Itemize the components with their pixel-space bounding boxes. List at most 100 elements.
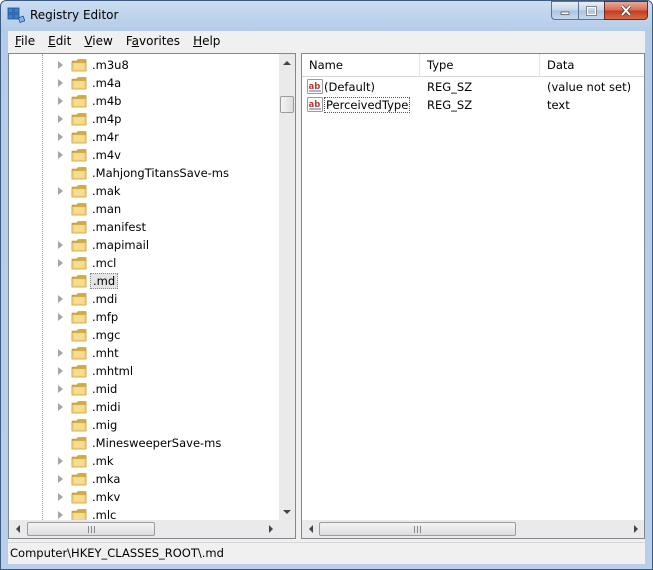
scroll-down-button[interactable] xyxy=(279,503,295,520)
expand-arrow-icon[interactable] xyxy=(58,79,63,87)
tree-vertical-scrollbar[interactable] xyxy=(279,54,295,520)
tree-item-label[interactable]: .m4a xyxy=(90,75,123,91)
tree-item[interactable]: .mdi xyxy=(9,290,279,308)
tree-item-label[interactable]: .mid xyxy=(90,381,119,397)
tree-item-label[interactable]: .mgc xyxy=(90,327,122,343)
list-scroll-left-button[interactable] xyxy=(302,520,319,538)
tree-item-label[interactable]: .mht xyxy=(90,345,121,361)
tree-item[interactable]: .manifest xyxy=(9,218,279,236)
menu-view[interactable]: View xyxy=(77,34,118,48)
tree-item[interactable]: .m4p xyxy=(9,110,279,128)
list-scroll-right-button[interactable] xyxy=(627,520,644,538)
tree-item[interactable]: .mak xyxy=(9,182,279,200)
expand-arrow-icon[interactable] xyxy=(58,367,63,375)
tree-item-label[interactable]: .m3u8 xyxy=(90,57,131,73)
vertical-scroll-thumb[interactable] xyxy=(280,96,294,113)
expand-arrow-icon[interactable] xyxy=(58,241,63,249)
close-button[interactable] xyxy=(604,1,648,20)
tree-item-label[interactable]: .mk xyxy=(90,453,116,469)
expand-arrow-icon[interactable] xyxy=(58,511,63,519)
expand-arrow-icon[interactable] xyxy=(58,61,63,69)
tree-item[interactable]: .MinesweeperSave-ms xyxy=(9,434,279,452)
tree-item-label[interactable]: .mdi xyxy=(90,291,119,307)
values-list-pane[interactable]: Name Type Data ab (Default) REG_SZ (value n… xyxy=(301,53,645,539)
tree-item-label[interactable]: .manifest xyxy=(90,219,148,235)
tree-item[interactable]: .mht xyxy=(9,344,279,362)
scroll-left-button[interactable] xyxy=(9,520,26,538)
scroll-right-button[interactable] xyxy=(262,520,279,538)
tree-item[interactable]: .m4v xyxy=(9,146,279,164)
column-header-data[interactable]: Data xyxy=(540,54,644,77)
tree-item[interactable]: .mapimail xyxy=(9,236,279,254)
tree-item[interactable]: .mid xyxy=(9,380,279,398)
expand-arrow-icon[interactable] xyxy=(58,475,63,483)
tree-item[interactable]: .mcl xyxy=(9,254,279,272)
tree-item-label[interactable]: .mfp xyxy=(90,309,120,325)
expand-arrow-icon[interactable] xyxy=(58,151,63,159)
menu-help[interactable]: Help xyxy=(186,34,226,48)
column-header-type[interactable]: Type xyxy=(420,54,540,77)
list-horizontal-scrollbar[interactable] xyxy=(302,520,644,538)
tree-item[interactable]: .man xyxy=(9,200,279,218)
list-item[interactable]: ab (Default) REG_SZ (value not set) xyxy=(302,77,644,96)
tree-item[interactable]: .mig xyxy=(9,416,279,434)
tree-item-label[interactable]: .mkv xyxy=(90,489,122,505)
expand-arrow-icon[interactable] xyxy=(58,97,63,105)
list-horizontal-scroll-thumb[interactable] xyxy=(319,522,516,536)
key-tree[interactable]: .m3u8 .m4a .m4b .m4p .m4r .m4v .MahjongTitansS… xyxy=(9,54,279,520)
tree-item[interactable]: .midi xyxy=(9,398,279,416)
tree-item[interactable]: .m4r xyxy=(9,128,279,146)
tree-item-label[interactable]: .md xyxy=(90,273,119,289)
expand-arrow-icon[interactable] xyxy=(58,457,63,465)
tree-item[interactable]: .m4b xyxy=(9,92,279,110)
tree-item-label[interactable]: .m4p xyxy=(90,111,123,127)
tree-item[interactable]: .m4a xyxy=(9,74,279,92)
tree-item[interactable]: .mlc xyxy=(9,506,279,520)
tree-horizontal-scrollbar[interactable] xyxy=(9,520,279,538)
expand-arrow-icon[interactable] xyxy=(58,133,63,141)
tree-item-label[interactable]: .mlc xyxy=(90,507,118,520)
expand-arrow-icon[interactable] xyxy=(58,349,63,357)
column-header-name[interactable]: Name xyxy=(302,54,420,77)
tree-item[interactable]: .mfp xyxy=(9,308,279,326)
expand-arrow-icon[interactable] xyxy=(58,493,63,501)
tree-item-label[interactable]: .mka xyxy=(90,471,122,487)
tree-item-label[interactable]: .mak xyxy=(90,183,123,199)
tree-item-label[interactable]: .m4r xyxy=(90,129,121,145)
key-tree-pane[interactable]: .m3u8 .m4a .m4b .m4p .m4r .m4v .MahjongTitansS… xyxy=(8,53,296,539)
tree-item-label[interactable]: .mcl xyxy=(90,255,118,271)
expand-arrow-icon[interactable] xyxy=(58,115,63,123)
tree-item-label[interactable]: .midi xyxy=(90,399,123,415)
menu-favorites[interactable]: Favorites xyxy=(119,34,186,48)
horizontal-scroll-thumb[interactable] xyxy=(27,522,155,536)
tree-item-label[interactable]: .mapimail xyxy=(90,237,151,253)
expand-arrow-icon[interactable] xyxy=(58,187,63,195)
expand-arrow-icon[interactable] xyxy=(58,313,63,321)
list-item[interactable]: ab PerceivedType REG_SZ text xyxy=(302,95,644,114)
expand-arrow-icon[interactable] xyxy=(58,295,63,303)
tree-item-label[interactable]: .man xyxy=(90,201,123,217)
tree-item[interactable]: .mgc xyxy=(9,326,279,344)
title-bar[interactable]: Registry Editor xyxy=(1,1,652,31)
scroll-up-button[interactable] xyxy=(279,54,295,71)
tree-item-label[interactable]: .mig xyxy=(90,417,119,433)
tree-item-label[interactable]: .m4v xyxy=(90,147,123,163)
tree-item-label[interactable]: .MahjongTitansSave-ms xyxy=(90,165,231,181)
tree-item-label[interactable]: .MinesweeperSave-ms xyxy=(90,435,223,451)
tree-item[interactable]: .mhtml xyxy=(9,362,279,380)
minimize-button[interactable] xyxy=(551,1,578,20)
maximize-button[interactable] xyxy=(578,1,604,20)
tree-item[interactable]: .mka xyxy=(9,470,279,488)
tree-item[interactable]: .MahjongTitansSave-ms xyxy=(9,164,279,182)
tree-item[interactable]: .m3u8 xyxy=(9,56,279,74)
tree-item[interactable]: .mk xyxy=(9,452,279,470)
expand-arrow-icon[interactable] xyxy=(58,385,63,393)
tree-item[interactable]: .md xyxy=(9,272,279,290)
tree-item-label[interactable]: .mhtml xyxy=(90,363,135,379)
expand-arrow-icon[interactable] xyxy=(58,403,63,411)
expand-arrow-icon[interactable] xyxy=(58,259,63,267)
tree-item[interactable]: .mkv xyxy=(9,488,279,506)
menu-edit[interactable]: Edit xyxy=(41,34,77,48)
tree-item-label[interactable]: .m4b xyxy=(90,93,123,109)
menu-file[interactable]: File xyxy=(8,34,41,48)
